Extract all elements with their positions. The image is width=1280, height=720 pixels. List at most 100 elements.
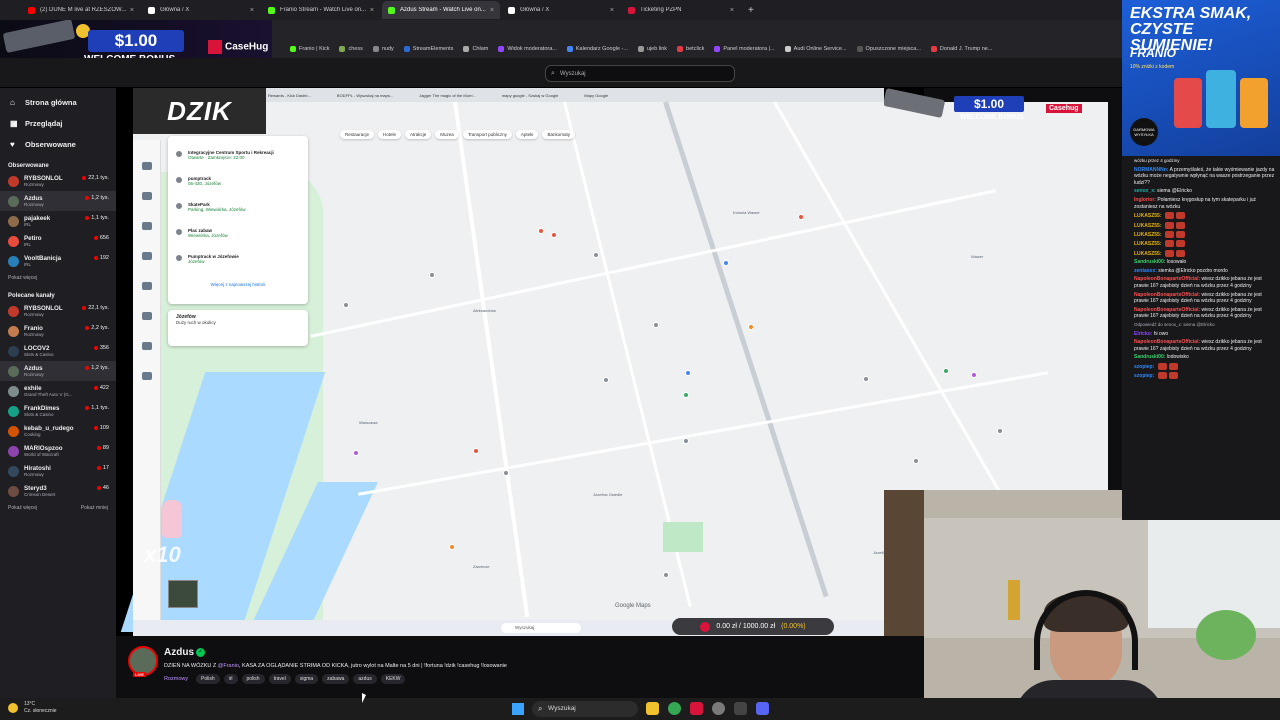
bookmark[interactable]: Opuszczone miejsca... — [856, 46, 921, 52]
thumbnail-icon[interactable] — [141, 342, 152, 350]
sidebar-channel[interactable]: MARIOspzoo World of Warcraft 89 — [0, 441, 116, 461]
windows-start-icon[interactable] — [512, 703, 524, 715]
streamer-name[interactable]: Azdus — [164, 647, 194, 658]
chat-message: Elricko: hi owo — [1134, 331, 1276, 338]
chat-username[interactable]: LUKASZ55: — [1134, 251, 1162, 257]
bookmark[interactable]: Kalendarz Google -... — [566, 46, 628, 52]
chat-username[interactable]: NapoleonBonaparteOfficial: — [1134, 307, 1200, 313]
browser-tab[interactable]: Azdus Stream - Watch Live on... × — [382, 1, 500, 19]
bookmark[interactable]: chess — [339, 46, 363, 52]
stream-tag[interactable]: zabawa — [322, 674, 350, 684]
chat-username[interactable]: senox_x: — [1134, 188, 1156, 194]
file-explorer-icon[interactable] — [646, 702, 659, 715]
apps-icon[interactable] — [141, 372, 152, 380]
chat-username[interactable]: LUKASZ55: — [1134, 232, 1162, 238]
bookmark[interactable]: Panel moderatora |... — [714, 46, 775, 52]
bookmark[interactable]: Chłam — [463, 46, 488, 52]
bookmark[interactable]: Audi Online Service... — [784, 46, 847, 52]
sidebar-channel[interactable]: Azdus Rozmowy 1,2 tys. — [0, 191, 116, 211]
chat-username[interactable]: zentaxxx: — [1134, 268, 1157, 274]
sidebar-channel[interactable]: kebab_u_rudego Cooking 109 — [0, 421, 116, 441]
sidebar-channel[interactable]: VooltBanicja IRL 192 — [0, 251, 116, 271]
close-icon[interactable]: × — [610, 7, 614, 14]
close-icon[interactable]: × — [730, 7, 734, 14]
directions-icon[interactable] — [141, 252, 152, 260]
sidebar-channel[interactable]: RYBSONLOL Rozmowy 22,1 tys. — [0, 301, 116, 321]
sidebar-channel[interactable]: Petiro IRL 656 — [0, 231, 116, 251]
close-icon[interactable]: × — [490, 7, 494, 14]
close-icon[interactable]: × — [130, 7, 134, 14]
stream-tag[interactable]: azdus — [353, 674, 377, 684]
thumbnail-icon[interactable] — [141, 282, 152, 290]
stream-tag[interactable]: polish — [241, 674, 265, 684]
taskbar-search[interactable]: Wyszukaj — [532, 701, 638, 717]
chat-username[interactable]: LUKASZ55: — [1134, 222, 1162, 228]
sidebar-channel[interactable]: Azdus Rozmowy 1,2 tys. — [0, 361, 116, 381]
stream-tag[interactable]: irl — [223, 674, 238, 684]
browser-tab[interactable]: Główna / X × — [502, 1, 620, 19]
bookmark[interactable]: Donald J. Trump ne... — [930, 46, 992, 52]
viewer-count-text: 2,2 tys. — [91, 325, 109, 331]
mention-link[interactable]: @Franio — [218, 663, 239, 669]
show-less-link[interactable]: Pokaż mniej — [81, 505, 108, 511]
stream-tag[interactable]: KEKW — [380, 674, 406, 684]
browser-tab[interactable]: (2) DUNE M live at RZESZOW... × — [22, 1, 140, 19]
nav-item[interactable]: ♥ Obserwowane — [0, 134, 116, 155]
chat-message: szopiep: — [1134, 372, 1276, 380]
sidebar-channel[interactable]: exhile Grand Theft Auto V (G... 422 — [0, 381, 116, 401]
browser-tab[interactable]: Ticketing PZPN × — [622, 1, 740, 19]
close-icon[interactable]: × — [250, 7, 254, 14]
sidebar-channel[interactable]: Franio Rozmowy 2,2 tys. — [0, 321, 116, 341]
can-image — [1240, 78, 1268, 128]
map-place-card[interactable]: Józefów Duży ruch w okolicy — [168, 310, 308, 346]
app-icon[interactable] — [690, 702, 703, 715]
sidebar-channel[interactable]: LOCOV2 Slots & Casino 356 — [0, 341, 116, 361]
browser-tab[interactable]: Główna / X × — [142, 1, 260, 19]
nav-item[interactable]: ⌂ Strona główna — [0, 92, 116, 113]
chat-username[interactable]: NapoleonBonaparteOfficial: — [1134, 292, 1200, 298]
chrome-icon[interactable] — [668, 702, 681, 715]
thumbnail-icon[interactable] — [141, 312, 152, 320]
chat-username[interactable]: Elricko: — [1134, 331, 1152, 337]
show-more-link[interactable]: Pokaż więcej — [8, 275, 37, 281]
close-icon[interactable]: × — [370, 7, 374, 14]
stream-tag[interactable]: Polish — [196, 674, 220, 684]
bookmark[interactable]: betclick — [677, 46, 704, 52]
search-input[interactable]: ⌕ Wyszukaj — [545, 65, 735, 82]
sidebar-channel[interactable]: Steryd3 Crimson Desert 46 — [0, 481, 116, 501]
bookmark[interactable]: ujeb link — [637, 46, 667, 52]
settings-icon[interactable] — [712, 702, 725, 715]
chat-username[interactable]: Sandruski00: — [1134, 354, 1165, 360]
sidebar-channel[interactable]: RYBSONLOL Rozmowy 22,1 tys. — [0, 171, 116, 191]
chat-username[interactable]: szopiep: — [1134, 364, 1154, 370]
chat-username[interactable]: LUKASZ55: — [1134, 241, 1162, 247]
discord-icon[interactable] — [756, 702, 769, 715]
chat-username[interactable]: szopiep: — [1134, 373, 1154, 379]
bookmark[interactable]: Widok moderatora... — [498, 46, 557, 52]
bookmark[interactable]: StreamElements — [403, 46, 453, 52]
show-more-link-2[interactable]: Pokaż więcej — [8, 505, 37, 511]
bookmark[interactable]: nudy — [372, 46, 394, 52]
saved-icon[interactable] — [141, 162, 152, 170]
stream-tag[interactable]: travel — [268, 674, 291, 684]
chat-username[interactable]: NapoleonBonaparteOfficial: — [1134, 339, 1200, 345]
browser-tab[interactable]: Franio Stream - Watch Live on... × — [262, 1, 380, 19]
sidebar-channel[interactable]: pajakeek IRL 1,1 tys. — [0, 211, 116, 231]
sidebar-channel[interactable]: Hiratoshi Rozmowy 17 — [0, 461, 116, 481]
chat-username[interactable]: Sandruski00: — [1134, 259, 1165, 265]
chat-username[interactable]: Inglorior: — [1134, 197, 1156, 203]
nav-item[interactable]: ▦ Przeglądaj — [0, 113, 116, 134]
chat-username[interactable]: NapoleonBonaparteOfficial: — [1134, 276, 1200, 282]
stream-tag[interactable]: sigma — [294, 674, 319, 684]
weather-widget[interactable]: 13°C Cz. słonecznie — [8, 701, 57, 715]
franio-ad[interactable]: EKSTRA SMAK, CZYSTE SUMIENIE! FRANIO 10%… — [1122, 0, 1280, 156]
bookmark[interactable]: Franio | Kick — [290, 46, 329, 52]
new-tab-button[interactable]: + — [748, 5, 754, 16]
stream-category-link[interactable]: Rozmowy — [164, 676, 188, 682]
recent-icon[interactable] — [141, 192, 152, 200]
app-icon[interactable] — [734, 702, 747, 715]
layers-icon[interactable] — [141, 222, 152, 230]
chat-username[interactable]: NORMANNNn: — [1134, 167, 1168, 173]
chat-username[interactable]: LUKASZ55: — [1134, 213, 1162, 219]
sidebar-channel[interactable]: FrankDimes Slots & Casino 1,1 tys. — [0, 401, 116, 421]
